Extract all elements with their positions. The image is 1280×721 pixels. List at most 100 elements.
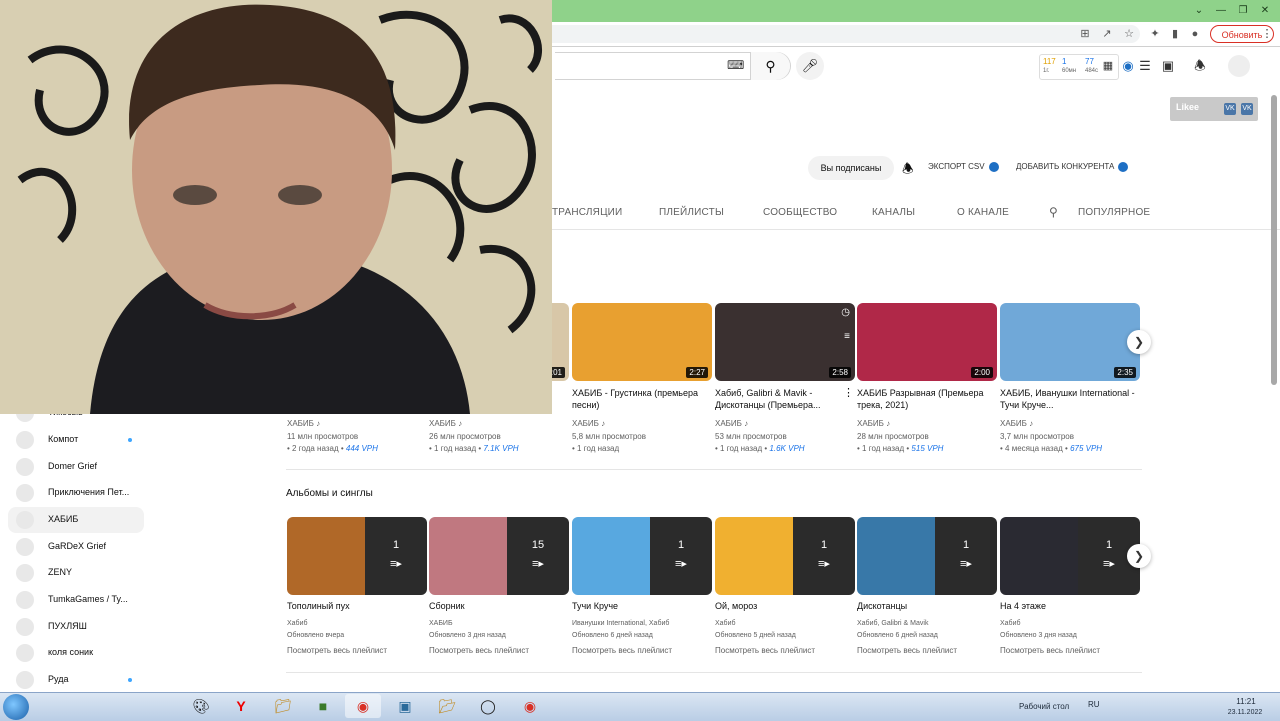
album-artist[interactable]: Иванушки International, Хабиб — [572, 620, 669, 627]
video-channel[interactable]: ХАБИБ ♪ — [572, 419, 605, 428]
video-channel[interactable]: ХАБИБ ♪ — [429, 419, 462, 428]
vk-icon[interactable]: VK — [1241, 103, 1253, 115]
video-title[interactable]: ХАБИБ - Грустинка (премьера песни) — [572, 387, 708, 411]
notification-bell-icon[interactable]: 🕭︎ — [1192, 58, 1208, 74]
video-thumbnail[interactable]: ◷ ≡ 2:58 — [715, 303, 855, 381]
album-title[interactable]: Дискотанцы — [857, 601, 907, 611]
more-options-icon[interactable]: ⋮ — [843, 386, 854, 399]
menu-icon[interactable]: ⋮ — [1260, 27, 1274, 41]
video-title[interactable]: Хабиб, Galibri & Mavik - Дискотанцы (Пре… — [715, 387, 839, 411]
subscribed-button[interactable]: Вы подписаны — [808, 156, 894, 180]
tab-about[interactable]: О КАНАЛЕ — [957, 207, 1009, 218]
album-title[interactable]: Тополиный пух — [287, 601, 350, 611]
album-artist[interactable]: Хабиб — [715, 620, 736, 627]
album-title[interactable]: Сборник — [429, 601, 465, 611]
clock-date[interactable]: 23.11.2022 — [1220, 709, 1270, 716]
sidebar-item[interactable]: GaRDeX Grief — [16, 537, 144, 557]
search-button[interactable]: ⚲ — [750, 52, 790, 80]
channel-bell-icon[interactable]: 🕭︎ — [902, 160, 914, 182]
album-thumbnail[interactable]: 1 ≡▸ — [572, 517, 712, 595]
video-channel[interactable]: ХАБИБ ♪ — [1000, 419, 1033, 428]
view-full-playlist-link[interactable]: Посмотреть весь плейлист — [715, 646, 815, 655]
tab-community[interactable]: СООБЩЕСТВО — [763, 207, 837, 218]
window-icon[interactable]: ▣ — [387, 694, 423, 718]
video-channel[interactable]: ХАБИБ ♪ — [715, 419, 748, 428]
close-icon[interactable]: ✕ — [1256, 5, 1274, 17]
extension-icon[interactable]: ◉ — [1120, 58, 1136, 74]
keyboard-icon[interactable]: ⌨ — [727, 58, 744, 74]
shelf-next-button[interactable]: ❯ — [1127, 544, 1151, 568]
sidebar-item[interactable]: Domer Grief — [16, 457, 144, 477]
restore-icon[interactable]: ❐ — [1234, 5, 1252, 17]
page-scrollbar[interactable] — [1271, 95, 1277, 385]
view-full-playlist-link[interactable]: Посмотреть весь плейлист — [429, 646, 529, 655]
minecraft-icon[interactable]: ■ — [305, 694, 341, 718]
album-thumbnail[interactable]: 1 ≡▸ — [1000, 517, 1140, 595]
star-icon[interactable]: ☆ — [1122, 27, 1136, 41]
album-title[interactable]: Тучи Круче — [572, 601, 618, 611]
export-csv-button[interactable]: ЭКСПОРТ CSV — [928, 162, 999, 172]
video-thumbnail[interactable]: 2:00 — [857, 303, 997, 381]
album-artist[interactable]: Хабиб — [1000, 620, 1021, 627]
account-avatar[interactable] — [1228, 55, 1250, 77]
yandex-icon[interactable]: Y — [223, 694, 259, 718]
view-full-playlist-link[interactable]: Посмотреть весь плейлист — [857, 646, 957, 655]
view-full-playlist-link[interactable]: Посмотреть весь плейлист — [572, 646, 672, 655]
obs-icon[interactable]: ◯ — [470, 694, 506, 718]
sidebar-item[interactable]: ZENY — [16, 563, 144, 583]
tab-popular[interactable]: ПОПУЛЯРНОЕ — [1078, 207, 1150, 218]
album-title[interactable]: На 4 этаже — [1000, 601, 1046, 611]
view-full-playlist-link[interactable]: Посмотреть весь плейлист — [1000, 646, 1100, 655]
video-title[interactable]: ХАБИБ Разрывная (Премьера трека, 2021) — [857, 387, 993, 411]
video-thumbnail[interactable]: 2:27 — [572, 303, 712, 381]
language-indicator[interactable]: RU — [1088, 700, 1100, 709]
start-button[interactable] — [3, 694, 29, 720]
sidebar-icon[interactable]: ▮ — [1168, 27, 1182, 41]
create-video-icon[interactable]: ▣ — [1160, 58, 1176, 74]
tab-playlists[interactable]: ПЛЕЙЛИСТЫ — [659, 207, 724, 218]
chrome-icon[interactable]: ◉ — [512, 694, 548, 718]
explorer-icon[interactable]: 📁︎ — [265, 694, 301, 718]
album-thumbnail[interactable]: 1 ≡▸ — [857, 517, 997, 595]
vk-icon[interactable]: VK — [1224, 103, 1236, 115]
chevron-down-icon[interactable]: ⌄ — [1190, 5, 1208, 17]
watch-later-icon[interactable]: ◷ — [841, 307, 850, 318]
tab-live[interactable]: ТРАНСЛЯЦИИ — [552, 207, 622, 218]
desktop-toolbar-label[interactable]: Рабочий стол — [1019, 702, 1069, 711]
chrome-icon[interactable]: ◉ — [345, 694, 381, 718]
mic-button[interactable]: 🎤︎ — [796, 52, 824, 80]
video-title[interactable]: ХАБИБ, Иванушки International - Тучи Кру… — [1000, 387, 1136, 411]
album-thumbnail[interactable]: 15 ≡▸ — [429, 517, 569, 595]
video-channel[interactable]: ХАБИБ ♪ — [857, 419, 890, 428]
album-title[interactable]: Ой, мороз — [715, 601, 757, 611]
minimize-icon[interactable]: — — [1212, 5, 1230, 17]
section-title[interactable]: Альбомы и синглы — [286, 488, 373, 499]
add-competitor-button[interactable]: ДОБАВИТЬ КОНКУРЕНТА — [1016, 162, 1129, 172]
tab-channels[interactable]: КАНАЛЫ — [872, 207, 915, 218]
share-icon[interactable]: ↗ — [1100, 27, 1114, 41]
video-thumbnail[interactable]: 2:35 — [1000, 303, 1140, 381]
sidebar-item[interactable]: ПУХЛЯШ — [16, 617, 144, 637]
sidebar-item[interactable]: TumkaGames / Ty... — [16, 590, 144, 610]
hamburger-icon[interactable]: ☰ — [1137, 58, 1153, 74]
album-thumbnail[interactable]: 1 ≡▸ — [287, 517, 427, 595]
sidebar-item[interactable]: ХАБИБ — [16, 510, 144, 530]
likee-label[interactable]: Likee — [1176, 102, 1199, 112]
folder-icon[interactable]: 📂︎ — [429, 694, 465, 718]
profile-icon[interactable]: ● — [1188, 27, 1202, 41]
view-full-playlist-link[interactable]: Посмотреть весь плейлист — [287, 646, 387, 655]
paint-icon[interactable]: 🎨︎ — [183, 694, 219, 718]
extensions-icon[interactable]: ✦ — [1148, 27, 1162, 41]
video-channel[interactable]: ХАБИБ ♪ — [287, 419, 320, 428]
sidebar-item[interactable]: Компот — [16, 430, 144, 450]
sidebar-item[interactable]: Приключения Пет... — [16, 483, 144, 503]
grid-icon[interactable]: ▦ — [1100, 58, 1116, 74]
sidebar-item[interactable]: Руда — [16, 670, 144, 690]
album-thumbnail[interactable]: 1 ≡▸ — [715, 517, 855, 595]
install-icon[interactable]: ⊞ — [1078, 27, 1092, 41]
channel-search-icon[interactable]: ⚲ — [1049, 205, 1058, 219]
sidebar-item[interactable]: коля соник — [16, 643, 144, 663]
add-to-queue-icon[interactable]: ≡ — [844, 331, 850, 342]
clock-time[interactable]: 11:21 — [1226, 697, 1266, 706]
shelf-next-button[interactable]: ❯ — [1127, 330, 1151, 354]
